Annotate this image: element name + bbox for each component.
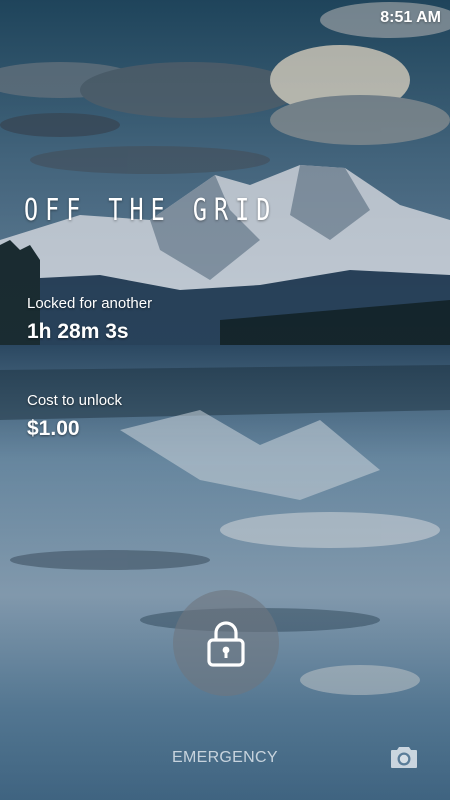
unlock-cost-value: $1.00 [27,417,80,440]
padlock-icon [207,621,245,667]
status-bar: 8:51 AM [0,0,450,34]
camera-icon [391,747,417,768]
emergency-call-button[interactable]: EMERGENCY [172,749,278,767]
locked-duration-value: 1h 28m 3s [27,320,129,343]
status-time: 8:51 AM [380,9,441,26]
app-title: OFF THE GRID [24,193,278,228]
locked-duration-label: Locked for another [27,295,153,312]
unlock-cost-label: Cost to unlock [27,392,123,409]
unlock-button[interactable] [173,590,279,696]
camera-button[interactable] [388,742,420,772]
lock-screen: 8:51 AM OFF THE GRID Locked for another … [0,0,450,800]
